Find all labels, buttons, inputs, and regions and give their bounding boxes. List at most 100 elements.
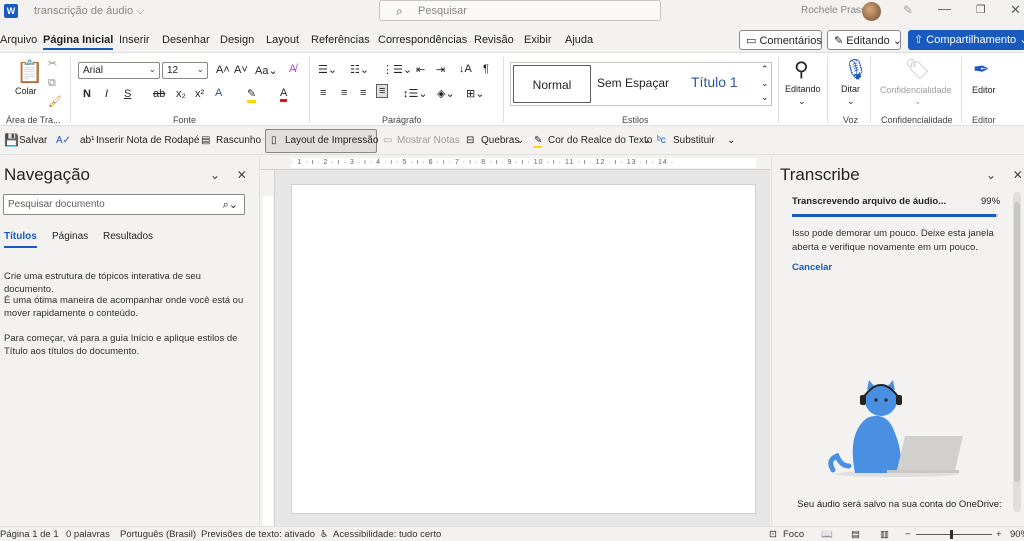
close-icon[interactable]: ✕ — [237, 168, 247, 182]
customize-toolbar-icon[interactable]: ⌄ — [727, 135, 735, 146]
grow-font-icon[interactable]: A˄ — [216, 64, 230, 76]
search-icon[interactable]: ⌕⌄ — [223, 198, 238, 212]
tab-referencias[interactable]: Referências — [311, 34, 370, 46]
pilcrow-icon[interactable]: ¶ — [483, 63, 489, 75]
accessibility-status[interactable]: Acessibilidade: tudo certo — [333, 529, 441, 540]
increase-indent-icon[interactable]: ⇥ — [436, 63, 445, 76]
cancel-link[interactable]: Cancelar — [792, 262, 832, 273]
breaks-button[interactable]: Quebras — [481, 135, 519, 146]
web-layout-icon[interactable]: ▥ — [880, 529, 889, 540]
zoom-out-icon[interactable]: − — [905, 529, 911, 540]
page-count[interactable]: Página 1 de 1 — [0, 529, 59, 540]
focus-button[interactable]: Foco — [783, 529, 804, 540]
align-right-icon[interactable]: ≡ — [360, 87, 366, 99]
chevron-down-icon[interactable]: ⌄ — [643, 135, 651, 146]
numbering-icon[interactable]: ☷⌄ — [350, 63, 369, 76]
editing-label[interactable]: Editando — [785, 84, 821, 94]
minimize-icon[interactable]: — — [938, 1, 951, 16]
close-icon[interactable]: ✕ — [1010, 2, 1021, 18]
editor-icon[interactable]: ✒ — [973, 57, 990, 82]
justify-icon[interactable]: ≡ — [376, 84, 389, 98]
sensitivity-label[interactable]: Confidencialidade — [880, 85, 952, 95]
tab-resultados[interactable]: Resultados — [103, 231, 153, 242]
superscript-icon[interactable]: x² — [195, 88, 204, 100]
style-titulo-1[interactable]: Título 1 — [691, 74, 738, 90]
italic-icon[interactable]: I — [105, 88, 108, 100]
chevron-down-icon[interactable]: ⌄ — [986, 168, 996, 182]
change-case-icon[interactable]: Aa⌄ — [255, 64, 278, 77]
replace-button[interactable]: Substituir — [673, 135, 715, 146]
styles-scroll-icon[interactable]: ⌃ ⌄ ⌄ — [761, 62, 769, 104]
tab-titulos[interactable]: Títulos — [4, 231, 37, 248]
cut-icon[interactable]: ✂ — [48, 57, 57, 70]
paste-label[interactable]: Colar — [15, 86, 37, 96]
bold-icon[interactable]: N — [83, 88, 91, 100]
show-notes-button[interactable]: Mostrar Notas — [397, 135, 460, 146]
spelling-icon[interactable]: A✓ — [56, 135, 71, 146]
save-button[interactable]: Salvar — [19, 135, 47, 146]
user-name[interactable]: Rochele Prass — [801, 5, 866, 16]
tab-desenhar[interactable]: Desenhar — [162, 34, 210, 46]
share-button[interactable]: ⇧ Compartilhamento ⌄ — [908, 30, 1024, 50]
text-predictions-status[interactable]: Previsões de texto: ativado — [201, 529, 315, 540]
align-left-icon[interactable]: ≡ — [320, 87, 326, 99]
document-title[interactable]: transcrição de áudio ⌵ — [34, 5, 144, 18]
microphone-icon[interactable]: 🎙 — [843, 57, 868, 82]
tab-correspondencias[interactable]: Correspondências — [378, 34, 467, 46]
draft-icon[interactable]: ▤ — [201, 135, 210, 146]
language-status[interactable]: Português (Brasil) — [120, 529, 196, 540]
insert-footnote-button[interactable]: Inserir Nota de Rodapé — [96, 135, 199, 146]
footnote-icon[interactable]: ab¹ — [80, 135, 94, 146]
word-count[interactable]: 0 palavras — [66, 529, 110, 540]
draft-button[interactable]: Rascunho — [216, 135, 261, 146]
text-effects-icon[interactable]: A — [215, 87, 222, 99]
editor-label[interactable]: Editor — [972, 85, 996, 95]
clear-formatting-icon[interactable]: A̸ — [289, 63, 296, 75]
font-size-select[interactable]: 12 ⌄ — [162, 62, 208, 79]
chevron-down-icon[interactable]: ⌄ — [210, 168, 220, 182]
word-logo-icon[interactable]: W — [4, 4, 18, 18]
copy-icon[interactable]: ⧉ — [48, 77, 56, 90]
tab-paginas[interactable]: Páginas — [52, 231, 88, 242]
font-color-icon[interactable]: A — [280, 87, 288, 102]
replace-icon[interactable]: ᵇc — [657, 135, 666, 146]
print-layout-view-icon[interactable]: ▤ — [851, 529, 860, 540]
avatar[interactable] — [862, 2, 881, 21]
transcribe-scrollbar[interactable] — [1013, 192, 1021, 512]
bullets-icon[interactable]: ☰⌄ — [318, 63, 337, 76]
save-icon[interactable]: 💾 — [4, 133, 19, 147]
tab-ajuda[interactable]: Ajuda — [565, 34, 593, 46]
line-spacing-icon[interactable]: ↕☰⌄ — [403, 87, 428, 100]
tab-design[interactable]: Design — [220, 34, 254, 46]
multilevel-list-icon[interactable]: ⋮☰⌄ — [382, 63, 412, 76]
navigation-search-input[interactable]: Pesquisar documento ⌕⌄ — [3, 194, 245, 215]
breaks-icon[interactable]: ⊟ — [466, 135, 474, 146]
highlight-icon[interactable]: ✎ — [247, 87, 257, 103]
chevron-down-icon[interactable]: ⌄ — [847, 96, 855, 107]
strikethrough-icon[interactable]: ab — [153, 88, 165, 100]
find-icon[interactable]: ⚲ — [794, 57, 809, 82]
pen-icon[interactable]: ✎ — [903, 3, 913, 17]
font-name-select[interactable]: Arial ⌄ — [78, 62, 160, 79]
decrease-indent-icon[interactable]: ⇤ — [416, 63, 425, 76]
comments-button[interactable]: ▭ Comentários — [739, 30, 822, 50]
style-normal[interactable]: Normal — [513, 65, 591, 103]
underline-icon[interactable]: S — [124, 88, 131, 100]
zoom-slider[interactable] — [916, 534, 992, 535]
restore-icon[interactable]: ❐ — [976, 3, 986, 16]
shrink-font-icon[interactable]: A˅ — [234, 64, 248, 76]
zoom-slider-thumb[interactable] — [950, 530, 953, 539]
tab-revisao[interactable]: Revisão — [474, 34, 514, 46]
align-center-icon[interactable]: ≡ — [341, 87, 347, 99]
tab-inserir[interactable]: Inserir — [119, 34, 150, 46]
tab-layout[interactable]: Layout — [266, 34, 299, 46]
zoom-in-icon[interactable]: + — [996, 529, 1002, 540]
chevron-down-icon[interactable]: ⌄ — [914, 96, 922, 107]
read-mode-icon[interactable]: 📖 — [821, 529, 833, 540]
sensitivity-icon[interactable]: 🏷 — [905, 57, 930, 82]
search-box[interactable]: ⌕ Pesquisar — [379, 0, 661, 21]
document-page[interactable] — [291, 184, 756, 514]
chevron-down-icon[interactable]: ⌄ — [516, 135, 524, 146]
style-sem-espacar[interactable]: Sem Espaçar — [597, 76, 669, 90]
scrollbar-thumb[interactable] — [1014, 202, 1020, 482]
